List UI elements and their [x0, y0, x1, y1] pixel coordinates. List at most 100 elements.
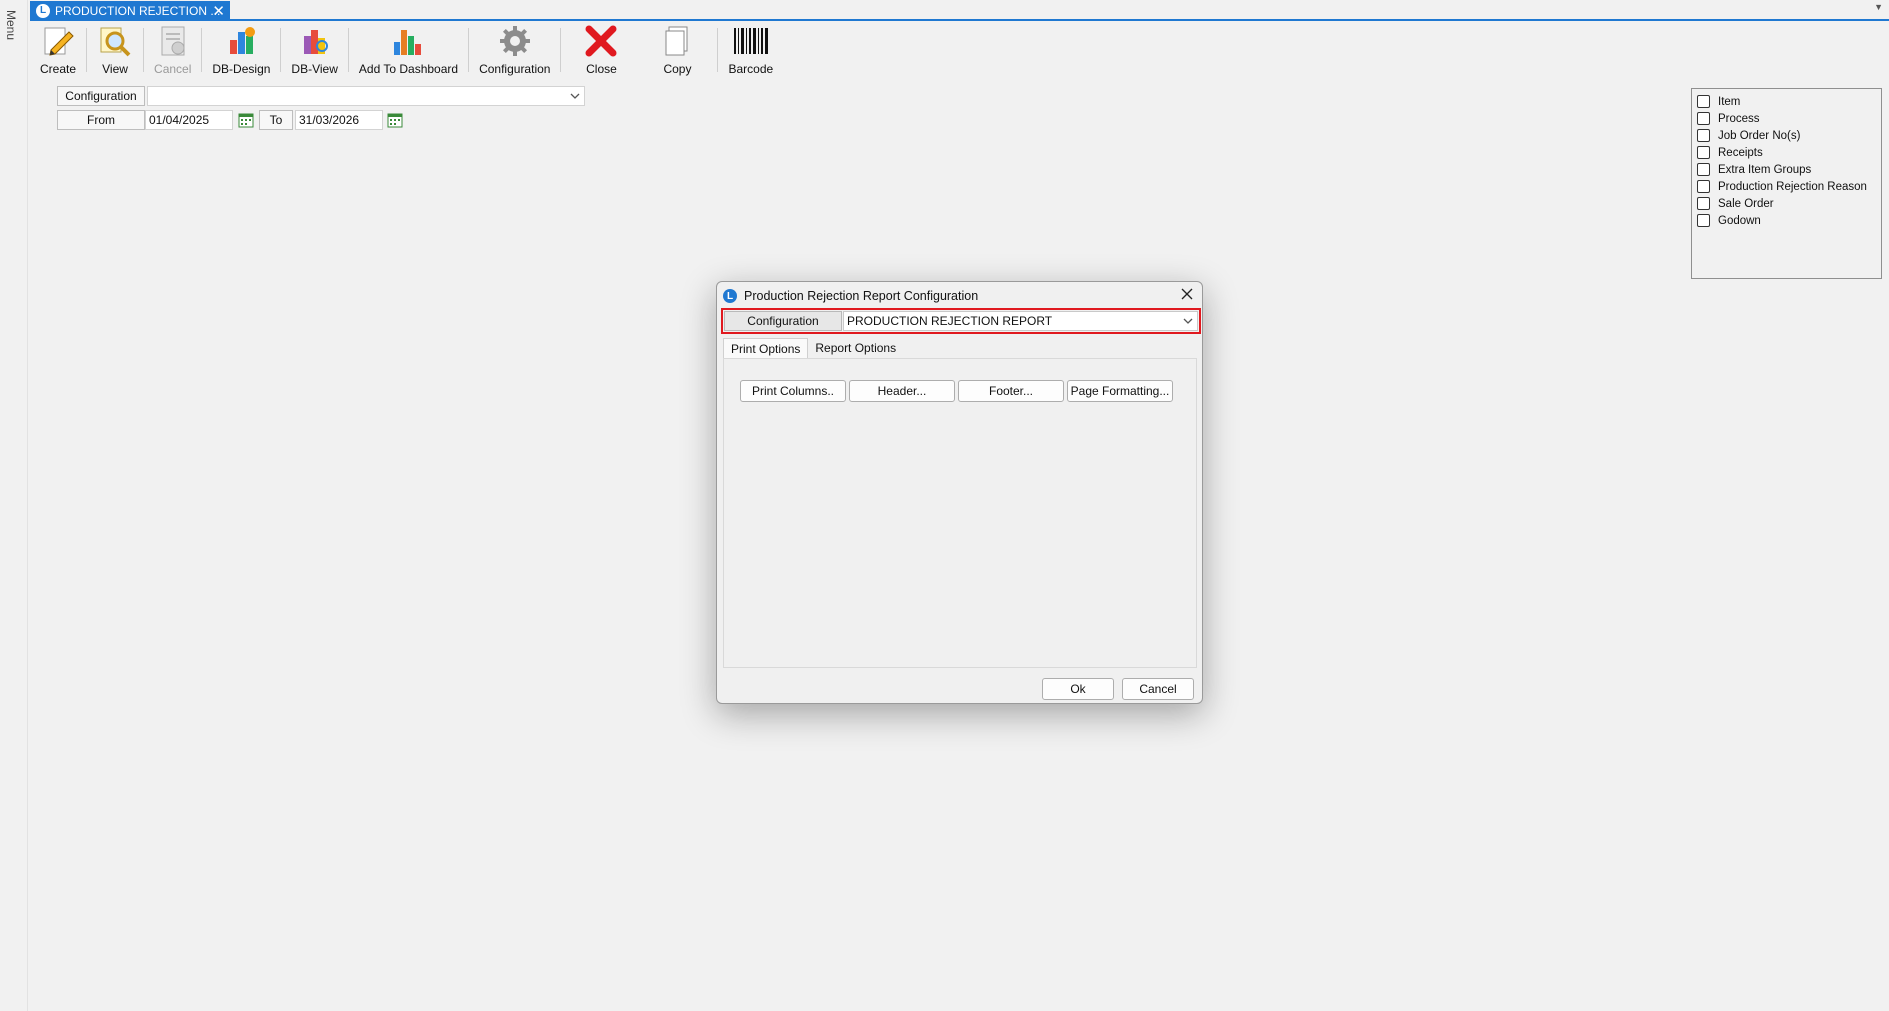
- filter-label: Godown: [1718, 214, 1761, 227]
- filter-item-godown[interactable]: Godown: [1697, 212, 1881, 229]
- chevron-down-icon: [1183, 318, 1193, 324]
- dialog-title-bar: L Production Rejection Report Configurat…: [723, 286, 978, 306]
- create-label: Create: [40, 62, 77, 76]
- filter-label: Job Order No(s): [1718, 129, 1801, 142]
- from-label: From: [57, 110, 145, 130]
- menu-label[interactable]: Menu: [4, 10, 18, 40]
- document-tabstrip: L PRODUCTION REJECTION ... ✕ ▼: [30, 0, 1889, 21]
- checkbox[interactable]: [1697, 95, 1710, 108]
- checkbox[interactable]: [1697, 129, 1710, 142]
- ok-button[interactable]: Ok: [1042, 678, 1114, 700]
- add-to-dashboard-label: Add To Dashboard: [358, 62, 459, 76]
- close-toolbar-label: Close: [586, 62, 617, 76]
- view-label: View: [102, 62, 128, 76]
- from-date-input[interactable]: 01/04/2025: [145, 110, 233, 130]
- magnifier-icon: [97, 23, 133, 59]
- app-logo-icon: L: [723, 289, 737, 303]
- db-view-icon: [297, 23, 333, 59]
- tab-title: PRODUCTION REJECTION ...: [55, 3, 221, 18]
- configuration-label-button[interactable]: Configuration: [724, 311, 842, 331]
- filter-checkbox-panel: Item Process Job Order No(s) Receipts Ex…: [1691, 88, 1882, 279]
- dialog-footer: Ok Cancel: [1042, 678, 1194, 700]
- tab-production-rejection[interactable]: L PRODUCTION REJECTION ... ✕: [30, 1, 230, 20]
- gear-icon: [497, 23, 533, 59]
- filter-item-rejection-reason[interactable]: Production Rejection Reason: [1697, 178, 1881, 195]
- filter-item-receipts[interactable]: Receipts: [1697, 144, 1881, 161]
- filter-label: Sale Order: [1718, 197, 1774, 210]
- chevron-down-icon[interactable]: ▼: [1874, 2, 1883, 12]
- filter-label: Extra Item Groups: [1718, 163, 1812, 176]
- cancel-button[interactable]: Cancel: [1122, 678, 1194, 700]
- db-design-label: DB-Design: [212, 62, 271, 76]
- cancel-toolbar-button[interactable]: Cancel: [146, 22, 199, 78]
- calendar-icon[interactable]: [386, 111, 404, 129]
- db-view-button[interactable]: DB-View: [283, 22, 345, 78]
- side-menu-strip[interactable]: Menu: [0, 0, 28, 1011]
- tab-close-icon[interactable]: ✕: [212, 2, 225, 20]
- copy-button[interactable]: Copy: [639, 22, 715, 78]
- barcode-button[interactable]: Barcode: [720, 22, 781, 78]
- filter-label: Production Rejection Reason: [1718, 180, 1867, 193]
- tab-report-options[interactable]: Report Options: [808, 338, 903, 358]
- checkbox[interactable]: [1697, 112, 1710, 125]
- toolbar-separator: [468, 28, 470, 72]
- copy-label: Copy: [663, 62, 692, 76]
- to-date-input[interactable]: 31/03/2026: [295, 110, 383, 130]
- dialog-close-icon[interactable]: [1178, 285, 1196, 303]
- db-view-label: DB-View: [291, 62, 338, 76]
- chevron-down-icon: [570, 93, 580, 99]
- configuration-toolbar-button[interactable]: Configuration: [471, 22, 558, 78]
- filter-item-item[interactable]: Item: [1697, 93, 1881, 110]
- configuration-toolbar-label: Configuration: [479, 62, 551, 76]
- calendar-icon[interactable]: [237, 111, 255, 129]
- tab-print-options[interactable]: Print Options: [723, 338, 809, 358]
- filter-item-sale-order[interactable]: Sale Order: [1697, 195, 1881, 212]
- toolbar-separator: [560, 28, 562, 72]
- red-x-icon: [583, 23, 619, 59]
- filter-label: Receipts: [1718, 146, 1763, 159]
- db-design-button[interactable]: DB-Design: [204, 22, 278, 78]
- configuration-select-value: PRODUCTION REJECTION REPORT: [847, 314, 1053, 328]
- checkbox[interactable]: [1697, 180, 1710, 193]
- print-columns-button[interactable]: Print Columns..: [740, 380, 846, 402]
- cancel-doc-icon: [155, 23, 191, 59]
- create-button[interactable]: Create: [32, 22, 84, 78]
- checkbox[interactable]: [1697, 163, 1710, 176]
- filter-item-process[interactable]: Process: [1697, 110, 1881, 127]
- configuration-filter-select[interactable]: [147, 86, 585, 106]
- checkbox[interactable]: [1697, 146, 1710, 159]
- checkbox[interactable]: [1697, 214, 1710, 227]
- bar-chart-icon: [390, 23, 426, 59]
- checkbox[interactable]: [1697, 197, 1710, 210]
- configuration-select[interactable]: PRODUCTION REJECTION REPORT: [843, 311, 1198, 331]
- cancel-toolbar-label: Cancel: [154, 62, 192, 76]
- configuration-filter-label: Configuration: [57, 86, 145, 106]
- view-button[interactable]: View: [89, 22, 141, 78]
- report-configuration-dialog: L Production Rejection Report Configurat…: [716, 281, 1203, 704]
- page-formatting-button[interactable]: Page Formatting...: [1067, 380, 1173, 402]
- filter-item-extra-item-groups[interactable]: Extra Item Groups: [1697, 161, 1881, 178]
- footer-button[interactable]: Footer...: [958, 380, 1064, 402]
- toolbar-separator: [717, 28, 719, 72]
- header-button[interactable]: Header...: [849, 380, 955, 402]
- toolbar-separator: [86, 28, 88, 72]
- toolbar-separator: [201, 28, 203, 72]
- copy-icon: [659, 23, 695, 59]
- filter-label: Process: [1718, 112, 1760, 125]
- print-options-buttons: Print Columns.. Header... Footer... Page…: [740, 380, 1173, 402]
- app-logo-icon: L: [36, 3, 50, 18]
- dialog-tabs: Print Options Report Options: [723, 338, 903, 358]
- close-toolbar-button[interactable]: Close: [563, 22, 639, 78]
- db-design-icon: [223, 23, 259, 59]
- dialog-title: Production Rejection Report Configuratio…: [744, 289, 979, 303]
- barcode-icon: [733, 23, 769, 59]
- to-label: To: [259, 110, 293, 130]
- main-toolbar: Create View Cancel DB-Design DB-View Add…: [32, 22, 781, 78]
- add-to-dashboard-button[interactable]: Add To Dashboard: [351, 22, 466, 78]
- toolbar-separator: [280, 28, 282, 72]
- pencil-icon: [40, 23, 76, 59]
- filter-item-job-order[interactable]: Job Order No(s): [1697, 127, 1881, 144]
- print-options-panel: Print Columns.. Header... Footer... Page…: [723, 358, 1197, 668]
- configuration-row-highlight: Configuration PRODUCTION REJECTION REPOR…: [721, 308, 1201, 334]
- barcode-label: Barcode: [728, 62, 774, 76]
